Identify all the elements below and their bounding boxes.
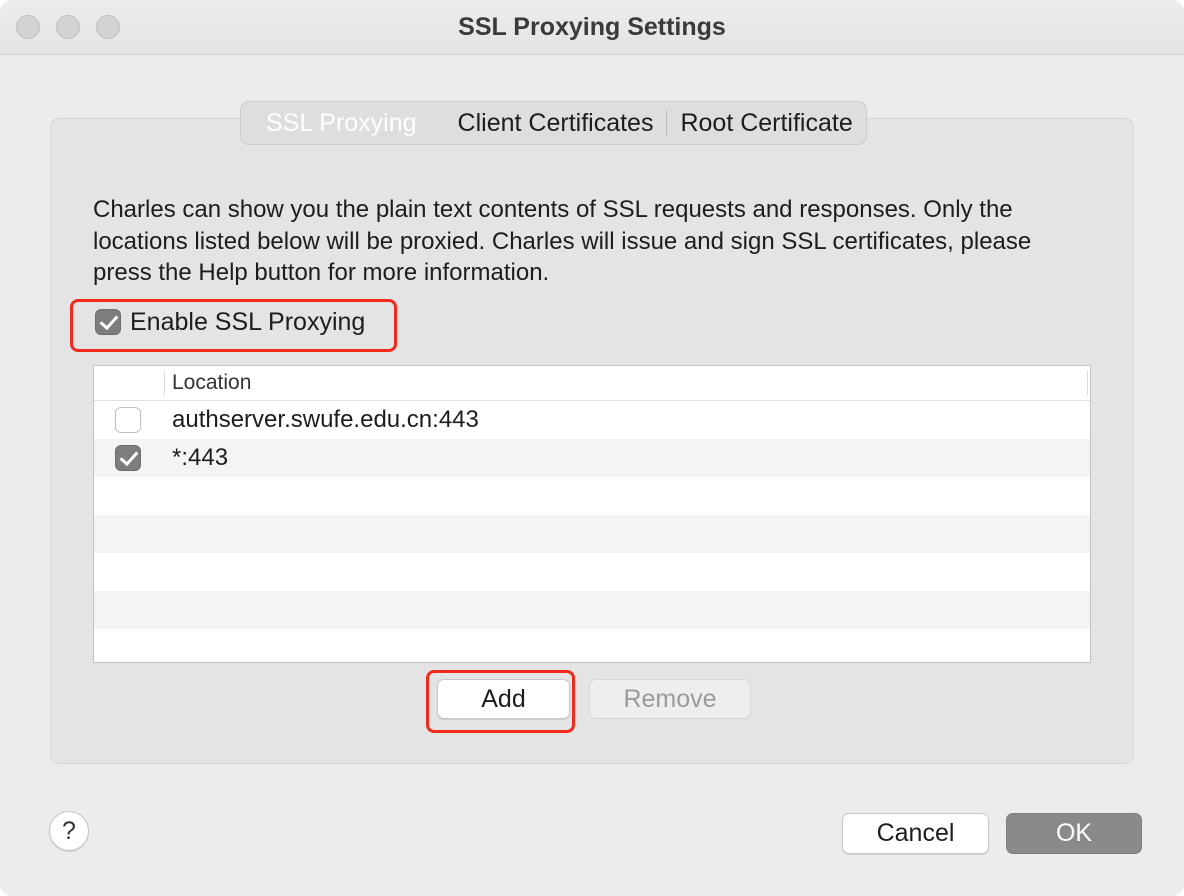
empty-row [94, 591, 1090, 629]
row-location: *:443 [172, 444, 229, 471]
location-column-header[interactable]: Location [172, 366, 251, 400]
row-enabled-checkbox[interactable] [115, 445, 141, 471]
empty-row [94, 477, 1090, 515]
locations-table: Location authserver.swufe.edu.cn:443 *:4… [93, 365, 1091, 663]
row-location: authserver.swufe.edu.cn:443 [172, 406, 479, 433]
tab-bar: SSL Proxying Client Certificates Root Ce… [240, 101, 867, 145]
ssl-proxying-settings-window: SSL Proxying Settings SSL Proxying Clien… [0, 0, 1184, 896]
help-button[interactable]: ? [49, 811, 89, 851]
table-header: Location [94, 366, 1090, 401]
add-button[interactable]: Add [437, 679, 570, 719]
remove-button[interactable]: Remove [589, 679, 751, 719]
description-text: Charles can show you the plain text cont… [93, 196, 1032, 286]
row-enabled-checkbox[interactable] [115, 407, 141, 433]
table-row[interactable]: *:443 [94, 439, 1090, 477]
title-bar: SSL Proxying Settings [0, 0, 1184, 55]
ok-button[interactable]: OK [1006, 813, 1142, 854]
column-divider [164, 371, 165, 395]
enable-ssl-proxying-checkbox[interactable]: Enable SSL Proxying [95, 308, 365, 336]
column-divider [1087, 371, 1088, 395]
window-title: SSL Proxying Settings [458, 13, 726, 41]
empty-row [94, 553, 1090, 591]
tab-root-certificate[interactable]: Root Certificate [667, 101, 865, 145]
empty-row [94, 515, 1090, 553]
tab-client-certificates[interactable]: Client Certificates [445, 101, 667, 145]
empty-row [94, 629, 1090, 662]
enable-ssl-proxying-label: Enable SSL Proxying [130, 307, 366, 336]
table-row[interactable]: authserver.swufe.edu.cn:443 [94, 401, 1090, 439]
checkbox-checked-icon[interactable] [95, 309, 121, 335]
cancel-button[interactable]: Cancel [842, 813, 989, 854]
tab-ssl-proxying[interactable]: SSL Proxying [241, 101, 445, 145]
